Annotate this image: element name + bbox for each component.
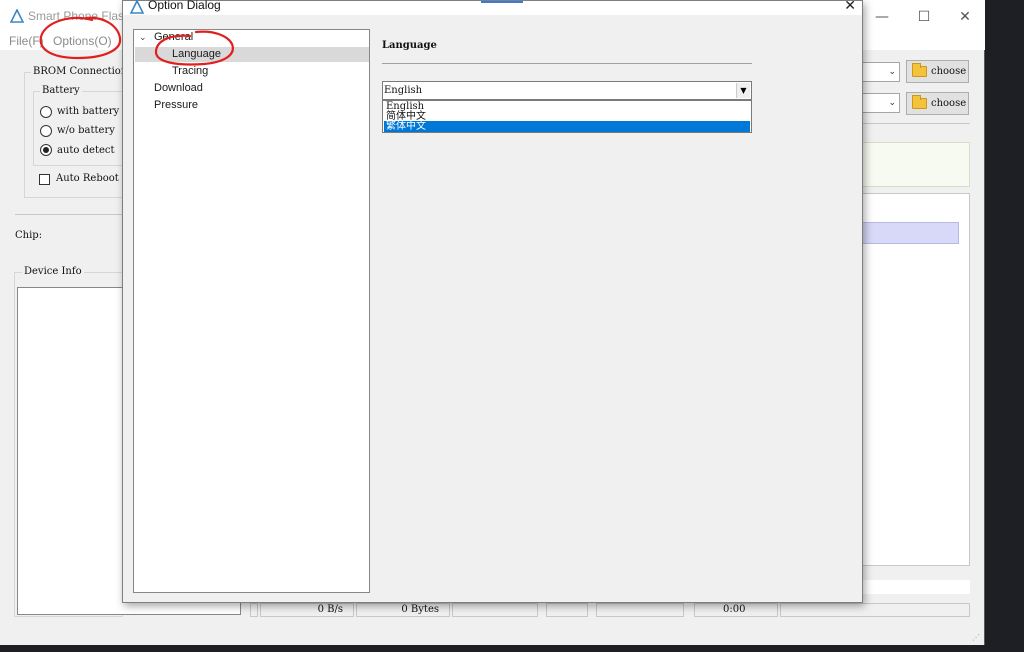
dialog-close-icon[interactable]: ✕ (844, 0, 856, 14)
status-bytes: 0 Bytes (356, 603, 450, 617)
minimize-icon[interactable]: — (872, 7, 892, 27)
choose-button-1[interactable]: choose (906, 60, 969, 83)
status-time: 0:00 (694, 603, 778, 617)
status-cell-blank-4 (596, 603, 684, 617)
tree-node-general[interactable]: General (154, 31, 193, 43)
chevron-down-icon: ⌄ (888, 67, 896, 77)
dialog-title: Option Dialog (148, 0, 221, 12)
choose-button-2[interactable]: choose (906, 92, 969, 115)
resize-grip-icon[interactable]: ⋰ (972, 633, 980, 642)
auto-detect-label: auto detect (57, 145, 115, 156)
app-logo-icon (10, 9, 24, 23)
tree-node-language[interactable]: Language (172, 48, 221, 60)
options-tree: ⌄ General Language Tracing Download Pres… (133, 29, 370, 593)
language-combo-value: English (384, 85, 423, 96)
language-combo[interactable]: English ▼ (382, 81, 752, 100)
auth-file-combo[interactable]: ⌄ (860, 93, 900, 113)
menu-file[interactable]: File(F) (9, 34, 44, 48)
info-panel (860, 142, 970, 187)
language-dropdown-list: English 简体中文 繁体中文 (382, 100, 752, 133)
status-speed: 0 B/s (260, 603, 354, 617)
title-accent-bar (481, 1, 523, 3)
dropdown-arrow-icon[interactable]: ▼ (736, 83, 750, 98)
brom-connection-title: BROM Connection (31, 66, 130, 77)
auto-reboot-checkbox[interactable] (39, 174, 50, 185)
heading-divider (382, 63, 752, 64)
wo-battery-label: w/o battery (57, 125, 115, 136)
device-info-title: Device Info (22, 266, 84, 277)
tree-node-pressure[interactable]: Pressure (154, 99, 198, 111)
status-bytes-text: 0 Bytes (401, 604, 439, 615)
folder-icon (912, 95, 927, 109)
tree-node-tracing[interactable]: Tracing (172, 65, 208, 77)
wo-battery-radio[interactable] (40, 125, 52, 137)
status-cell-blank-5 (780, 603, 970, 617)
menu-options[interactable]: Options(O) (53, 34, 112, 48)
option-dialog: Option Dialog ✕ ⌄ General Language Traci… (122, 0, 863, 603)
auto-detect-radio[interactable] (40, 144, 52, 156)
main-window-title: Smart Phone Flash (28, 9, 131, 23)
status-cell-blank-1 (250, 603, 258, 617)
partition-header-row (861, 222, 959, 244)
status-time-text: 0:00 (723, 604, 746, 615)
right-separator (860, 123, 970, 124)
status-cell-blank-2 (452, 603, 538, 617)
language-option-traditional-chinese[interactable]: 繁体中文 (384, 121, 750, 132)
with-battery-radio[interactable] (40, 106, 52, 118)
status-speed-text: 0 B/s (317, 604, 343, 615)
scatter-file-combo[interactable]: ⌄ (860, 62, 900, 82)
battery-group-title: Battery (40, 85, 82, 96)
tree-node-download[interactable]: Download (154, 82, 203, 94)
chevron-down-icon[interactable]: ⌄ (139, 33, 147, 43)
choose-button-label: choose (931, 66, 967, 77)
choose-button-label: choose (931, 98, 967, 109)
page-heading: Language (382, 40, 437, 51)
app-logo-icon (130, 0, 144, 14)
left-separator (15, 214, 123, 215)
tree-selection-highlight (135, 47, 369, 62)
status-cell-blank-3 (546, 603, 588, 617)
maximize-icon[interactable]: ☐ (914, 7, 934, 27)
close-icon[interactable]: ✕ (955, 7, 975, 27)
progress-bar (860, 580, 970, 594)
partition-list[interactable] (860, 193, 970, 566)
dialog-titlebar: Option Dialog ✕ (123, 0, 862, 15)
chip-label: Chip: (15, 230, 43, 241)
with-battery-label: with battery (57, 106, 120, 117)
folder-icon (912, 63, 927, 77)
auto-reboot-label: Auto Reboot (56, 173, 119, 184)
chevron-down-icon: ⌄ (888, 98, 896, 108)
